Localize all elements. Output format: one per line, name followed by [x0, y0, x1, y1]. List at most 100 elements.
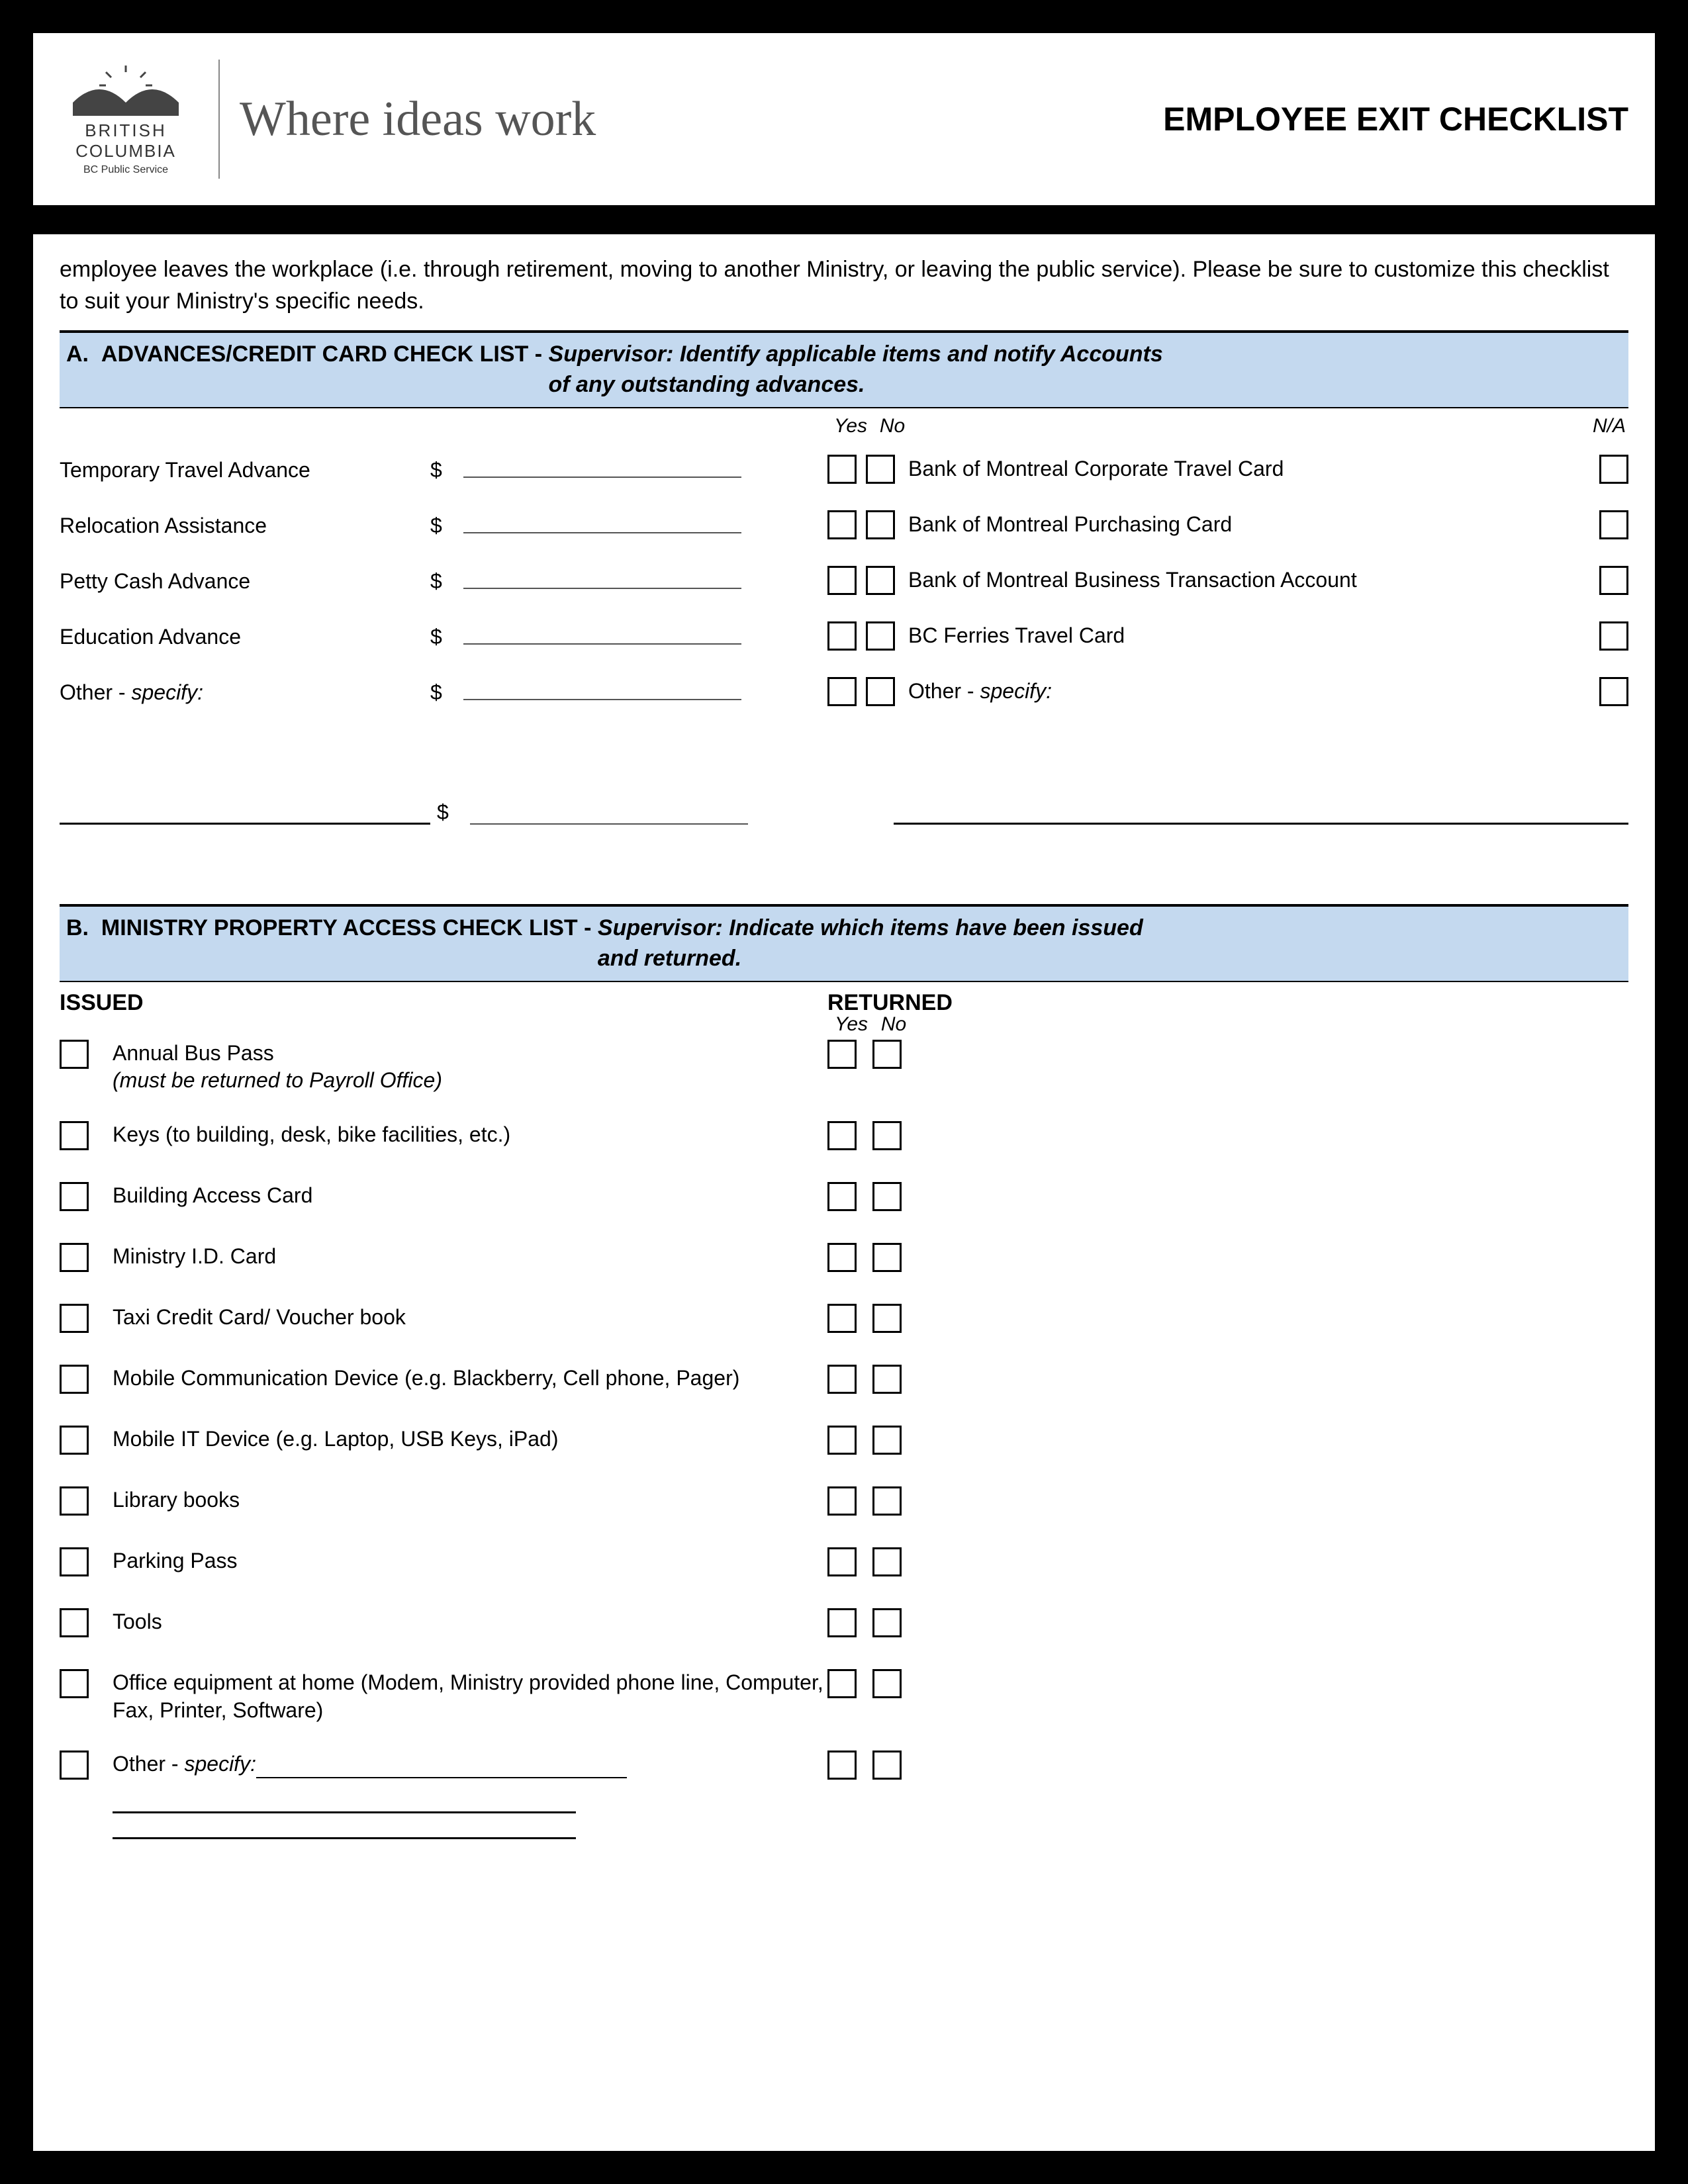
no-checkbox[interactable]: [866, 510, 895, 539]
advance-row: Temporary Travel Advance$: [60, 443, 827, 498]
property-label: Mobile Communication Device (e.g. Blackb…: [95, 1365, 827, 1399]
card-row: Bank of Montreal Corporate Travel Card: [827, 441, 1628, 497]
other-specify-blank[interactable]: [256, 1777, 627, 1778]
section-a-left: Temporary Travel Advance$Relocation Assi…: [60, 415, 827, 721]
intro-text: employee leaves the workplace (i.e. thro…: [60, 254, 1628, 317]
returned-no-checkbox[interactable]: [872, 1182, 902, 1211]
yes-checkbox[interactable]: [827, 510, 857, 539]
returned-yes-checkbox[interactable]: [827, 1243, 857, 1272]
section-b-instr1: Supervisor: Indicate which items have be…: [598, 915, 1143, 940]
bc-logo: BRITISH COLUMBIA BC Public Service: [46, 63, 205, 176]
na-checkbox[interactable]: [1599, 510, 1628, 539]
extra-blank-1[interactable]: [113, 1811, 576, 1813]
na-checkbox[interactable]: [1599, 455, 1628, 484]
issued-checkbox[interactable]: [60, 1040, 89, 1069]
amount-blank[interactable]: [463, 699, 741, 700]
dollar-sign: $: [430, 625, 463, 649]
no-checkbox[interactable]: [866, 455, 895, 484]
section-b-title: MINISTRY PROPERTY ACCESS CHECK LIST -: [101, 915, 592, 940]
returned-yes-checkbox[interactable]: [827, 1486, 857, 1516]
returned-yes-checkbox[interactable]: [827, 1182, 857, 1211]
property-label: Ministry I.D. Card: [95, 1243, 827, 1277]
issued-checkbox[interactable]: [60, 1547, 89, 1576]
section-b-extra-lines: [113, 1811, 576, 1839]
returned-no-checkbox[interactable]: [872, 1426, 902, 1455]
property-row: Ministry I.D. Card: [60, 1243, 1628, 1277]
property-row: Parking Pass: [60, 1547, 1628, 1582]
yes-checkbox[interactable]: [827, 677, 857, 706]
yes-label: Yes: [827, 1013, 875, 1036]
section-b-letter: B.: [66, 915, 89, 940]
amount-blank[interactable]: [463, 588, 741, 589]
na-checkbox[interactable]: [1599, 621, 1628, 651]
property-label: Mobile IT Device (e.g. Laptop, USB Keys,…: [95, 1426, 827, 1460]
issued-checkbox[interactable]: [60, 1751, 89, 1780]
returned-yes-checkbox[interactable]: [827, 1669, 857, 1698]
returned-yes-checkbox[interactable]: [827, 1426, 857, 1455]
no-checkbox[interactable]: [866, 621, 895, 651]
tagline: Where ideas work: [240, 91, 596, 148]
signature-blank-1[interactable]: [60, 823, 430, 825]
issued-checkbox[interactable]: [60, 1426, 89, 1455]
extra-blank-2[interactable]: [113, 1837, 576, 1839]
advance-row: Relocation Assistance$: [60, 498, 827, 554]
dollar-sign: $: [430, 800, 470, 825]
returned-yes-checkbox[interactable]: [827, 1121, 857, 1150]
content: employee leaves the workplace (i.e. thro…: [33, 234, 1655, 1839]
section-b-yn-header: Yes No: [827, 1013, 1628, 1036]
returned-yes-checkbox[interactable]: [827, 1304, 857, 1333]
issued-checkbox[interactable]: [60, 1182, 89, 1211]
no-checkbox[interactable]: [866, 566, 895, 595]
na-checkbox[interactable]: [1599, 677, 1628, 706]
returned-no-checkbox[interactable]: [872, 1547, 902, 1576]
section-b-col-headers: ISSUED RETURNED: [60, 990, 1628, 1016]
amount-blank[interactable]: [463, 532, 741, 533]
returned-no-checkbox[interactable]: [872, 1608, 902, 1637]
property-label: Parking Pass: [95, 1547, 827, 1582]
returned-no-checkbox[interactable]: [872, 1751, 902, 1780]
issued-checkbox[interactable]: [60, 1304, 89, 1333]
page: BRITISH COLUMBIA BC Public Service Where…: [0, 0, 1688, 2184]
returned-yes-checkbox[interactable]: [827, 1751, 857, 1780]
property-row: Mobile Communication Device (e.g. Blackb…: [60, 1365, 1628, 1399]
issued-checkbox[interactable]: [60, 1669, 89, 1698]
no-checkbox[interactable]: [866, 677, 895, 706]
amount-blank[interactable]: [463, 477, 741, 478]
returned-no-checkbox[interactable]: [872, 1669, 902, 1698]
returned-no-checkbox[interactable]: [872, 1365, 902, 1394]
issued-checkbox[interactable]: [60, 1243, 89, 1272]
property-label: Taxi Credit Card/ Voucher book: [95, 1304, 827, 1338]
returned-no-checkbox[interactable]: [872, 1040, 902, 1069]
amount-blank[interactable]: [463, 643, 741, 645]
returned-yes-checkbox[interactable]: [827, 1040, 857, 1069]
advance-label: Other - specify:: [60, 680, 430, 705]
returned-yes-checkbox[interactable]: [827, 1365, 857, 1394]
card-label: Bank of Montreal Purchasing Card: [906, 512, 1599, 537]
property-label: Annual Bus Pass(must be returned to Payr…: [95, 1040, 827, 1095]
returned-no-checkbox[interactable]: [872, 1121, 902, 1150]
returned-no-checkbox[interactable]: [872, 1304, 902, 1333]
returned-yes-checkbox[interactable]: [827, 1547, 857, 1576]
returned-no-checkbox[interactable]: [872, 1486, 902, 1516]
amount-blank[interactable]: [470, 823, 748, 825]
property-label: Office equipment at home (Modem, Ministr…: [95, 1669, 827, 1724]
signature-blank-2[interactable]: [894, 823, 1628, 825]
returned-yes-checkbox[interactable]: [827, 1608, 857, 1637]
dollar-sign: $: [430, 680, 463, 705]
issued-checkbox[interactable]: [60, 1608, 89, 1637]
advance-label: Temporary Travel Advance: [60, 458, 430, 482]
issued-checkbox[interactable]: [60, 1486, 89, 1516]
property-row: Other - specify:: [60, 1751, 1628, 1785]
returned-no-checkbox[interactable]: [872, 1243, 902, 1272]
yes-checkbox[interactable]: [827, 566, 857, 595]
issued-checkbox[interactable]: [60, 1121, 89, 1150]
yes-checkbox[interactable]: [827, 621, 857, 651]
section-a-instr2: of any outstanding advances.: [549, 372, 865, 397]
issued-checkbox[interactable]: [60, 1365, 89, 1394]
advance-label: Education Advance: [60, 625, 430, 649]
divider: [218, 60, 220, 179]
yes-checkbox[interactable]: [827, 455, 857, 484]
property-label: Other - specify:: [95, 1751, 827, 1785]
na-checkbox[interactable]: [1599, 566, 1628, 595]
property-sublabel: (must be returned to Payroll Office): [113, 1067, 827, 1095]
